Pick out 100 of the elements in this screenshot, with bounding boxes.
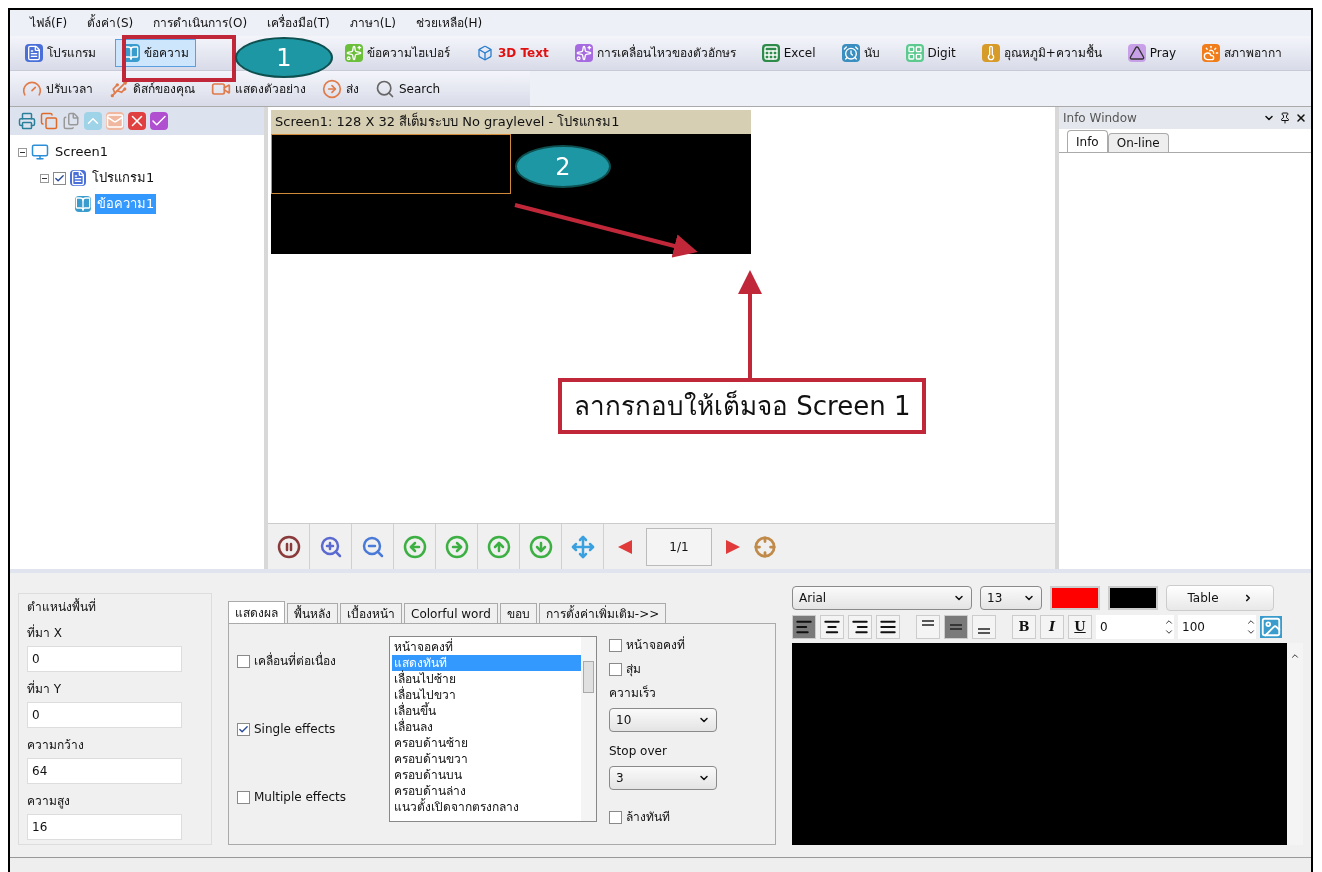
table-button[interactable]: Table [1166,585,1274,612]
selection-frame[interactable] [271,134,511,194]
vertical-align-button[interactable] [916,615,940,640]
tree-item[interactable]: Screen1 [53,142,110,162]
format-button[interactable]: I [1040,615,1064,640]
list-item[interactable]: ครอบด้านบน [392,767,581,784]
toolbar-button[interactable]: สภาพอากา [1195,39,1290,68]
input-field[interactable]: 0 [27,646,182,673]
checkbox[interactable] [609,638,622,652]
scrollbar[interactable] [581,637,596,822]
tab[interactable]: Colorful word [404,603,498,624]
menu-item[interactable]: ไฟล์(F) [30,13,68,32]
checkbox[interactable] [237,722,250,736]
tab[interactable]: แสดงผล [228,601,285,624]
toolbar-button[interactable]: ปรับเวลา [22,78,93,99]
lines-icon [977,628,991,635]
tab[interactable]: การตั้งค่าเพิ่มเติม->> [538,603,667,624]
spin-field[interactable]: 0 [1096,615,1174,640]
align-button[interactable] [792,615,816,640]
checkbox[interactable] [237,790,250,804]
copy-icon[interactable] [40,112,58,130]
tree-item[interactable]: โปรแกรม1 [90,168,157,188]
toolbar-button[interactable]: การเคลื่อนไหวของตัวอักษร [567,39,743,68]
book-icon [75,196,91,212]
field-label: ความสูง [27,793,71,811]
toolbar-button[interactable]: Digit [898,39,963,68]
color-swatch[interactable] [1108,586,1158,611]
toolbar-button[interactable]: ข้อความ [115,39,196,68]
toolbar-button[interactable]: ส่ง [322,78,359,99]
toolbar-button[interactable]: นับ [834,39,887,68]
files-icon[interactable] [62,112,80,130]
vertical-align-button[interactable] [972,615,996,640]
crosshair-icon[interactable] [754,535,776,558]
tab[interactable]: On-line [1107,133,1169,152]
toolbar-button[interactable]: 3D Text [469,39,556,68]
image-icon[interactable] [1260,616,1282,639]
close-icon[interactable] [1295,112,1307,124]
list-item[interactable]: แนวตั้งเปิดจากตรงกลาง [392,799,581,816]
printer-icon[interactable] [18,112,36,130]
checkbox[interactable] [53,171,66,185]
field-label: ความกว้าง [27,737,85,755]
toolbar-button[interactable]: อุณหภูมิ+ความชื้น [974,39,1109,68]
arrow-right-icon [322,78,342,99]
arrow-down-icon[interactable] [528,534,553,559]
collapse-toggle[interactable] [40,173,49,183]
collapse-toggle[interactable] [18,147,27,157]
list-item[interactable]: ครอบด้านซ้าย [392,735,581,752]
format-button[interactable]: B [1012,615,1036,640]
zoom-in-icon[interactable] [318,534,343,559]
input-field[interactable]: 0 [27,702,182,729]
arrow-left-icon[interactable] [402,534,427,559]
tab[interactable]: Info [1067,130,1108,152]
toolbar-button[interactable]: Excel [754,39,823,68]
lines-icon [949,624,963,631]
toolbar-button[interactable]: โปรแกรม [18,39,103,68]
list-item[interactable]: หน้าจอคงที่ [392,639,581,656]
toolbar-button[interactable]: Search [375,78,441,99]
checkbox[interactable] [609,662,622,676]
toolbar-button[interactable]: ข้อความไฮเปอร์ [338,39,457,68]
check-icon[interactable] [150,112,168,130]
toolbar-button[interactable]: Pray [1120,39,1184,68]
menu-item[interactable]: ช่วยเหลือ(H) [415,13,483,32]
size-dropdown[interactable]: 13 [980,586,1042,611]
arrow-up-icon[interactable] [486,534,511,559]
checkbox[interactable] [237,654,250,668]
menu-item[interactable]: เครื่องมือ(T) [267,13,330,32]
menu-item[interactable]: ภาษา(L) [349,13,396,32]
list-item[interactable]: ครอบด้านขวา [392,751,581,768]
color-swatch[interactable] [1050,586,1100,611]
list-item[interactable]: เลื่อนลง [392,719,581,736]
lines-icon [921,620,935,627]
toolbar-button[interactable]: แสดงตัวอย่าง [211,78,306,99]
tab[interactable]: พื้นหลัง [287,603,338,624]
input-field[interactable]: 64 [27,758,182,785]
pause-icon[interactable] [276,534,301,559]
menu-item[interactable]: ตั้งค่า(S) [87,13,134,32]
align-button[interactable] [848,615,872,640]
list-item[interactable]: เลื่อนไปซ้าย [392,671,581,688]
scrollbar[interactable] [1287,643,1303,846]
pin-icon[interactable] [1279,112,1291,124]
font-dropdown[interactable]: Arial [792,586,972,611]
align-button[interactable] [876,615,900,640]
toolbar-button[interactable]: ดิสก์ของคุณ [109,78,195,99]
search-icon [375,78,395,99]
tab[interactable]: เบื้องหน้า [340,603,402,624]
arrow-right-icon[interactable] [444,534,469,559]
align-button[interactable] [820,615,844,640]
vertical-align-button[interactable] [944,615,968,640]
format-button[interactable]: U [1068,615,1092,640]
input-field[interactable]: 16 [27,814,182,841]
move-icon[interactable] [570,534,595,559]
zoom-out-icon[interactable] [360,534,385,559]
checkbox[interactable] [609,810,622,824]
list-item[interactable]: เลื่อนขึ้น [392,703,581,720]
stop-over-dropdown[interactable]: 3 [609,766,717,791]
menu-item[interactable]: การดำเนินการ(O) [153,13,248,32]
tab[interactable]: ขอบ [499,603,537,624]
effect-list[interactable]: หน้าจอคงที่ แสดงทันที เลื่อนไปซ้าย เลื่อนไปขวา เลื่อนขึ้น เลื่อนลง ครอบด้านซ้าย ครอบด้านขวา ครอบด้านบน ครอบด้านล่าง แนวตั้งเปิดจากตรงกลาง [389,636,597,823]
speed-dropdown[interactable]: 10 [609,708,717,733]
spin-field[interactable]: 100 [1178,615,1256,640]
